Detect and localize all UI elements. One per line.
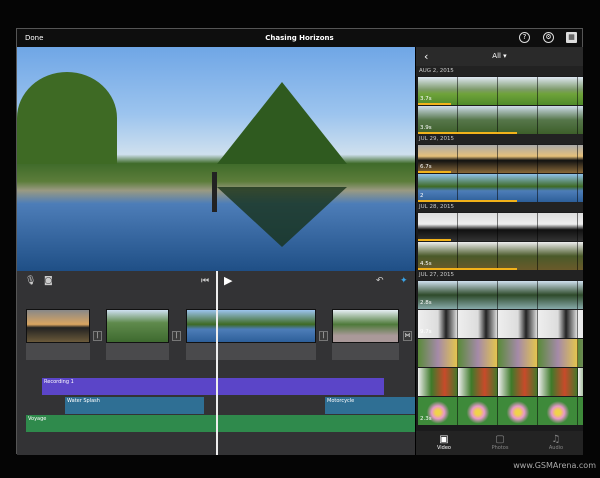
timeline-clip[interactable] (186, 309, 316, 361)
used-indicator (418, 239, 451, 241)
clip-duration: 4.5s (420, 261, 432, 267)
timeline-clip[interactable] (26, 309, 90, 361)
video-viewer[interactable] (17, 47, 415, 271)
timeline[interactable]: 🎙 ◙ ⏮ ▶ ↶ ✦ | | | ⋈ Recording 1 Water Sp… (17, 271, 415, 455)
watermark: www.GSMArena.com (513, 461, 596, 470)
audio-track-water-splash[interactable]: Water Splash (65, 397, 204, 414)
filter-dropdown[interactable]: All ▾ (416, 52, 583, 60)
photos-icon: ▢ (495, 434, 505, 445)
media-clip[interactable] (418, 339, 583, 367)
media-clip[interactable]: 6.7s (418, 145, 583, 173)
date-header: JUL 27, 2015 (416, 270, 583, 280)
clip-duration: 6.7s (420, 164, 432, 170)
media-clip[interactable]: 3.7s (418, 77, 583, 105)
used-indicator (418, 103, 451, 105)
play-button[interactable]: ▶ (224, 274, 232, 287)
audio-waveform-icon[interactable]: ✦ (400, 276, 408, 286)
transition-icon[interactable]: ⋈ (403, 331, 412, 341)
clip-duration: 3.7s (420, 96, 432, 102)
timeline-clip[interactable] (332, 309, 399, 361)
media-clip[interactable]: 9.7s (418, 310, 583, 338)
media-browser-icon[interactable]: ▦ (566, 32, 577, 43)
microphone-icon[interactable]: 🎙 (25, 276, 36, 286)
help-icon[interactable]: ? (519, 32, 530, 43)
tab-video[interactable]: ▣ Video (424, 434, 464, 451)
clip-duration: 2.8s (420, 300, 432, 306)
used-indicator (418, 171, 451, 173)
audio-track-voyage[interactable]: Voyage (26, 415, 415, 432)
media-clip[interactable] (418, 213, 583, 241)
date-header: JUL 29, 2015 (416, 134, 583, 144)
audio-icon: ♫ (551, 434, 561, 445)
video-icon: ▣ (439, 434, 449, 445)
transition-icon[interactable]: | (319, 331, 328, 341)
used-indicator (418, 268, 517, 270)
media-clip[interactable]: 2.8s (418, 281, 583, 309)
media-clip[interactable]: 3.9s (418, 106, 583, 134)
mountain-left (17, 72, 117, 164)
project-title: Chasing Horizons (265, 34, 334, 42)
tab-photos[interactable]: ▢ Photos (480, 434, 520, 451)
skip-back-icon[interactable]: ⏮ (201, 276, 209, 286)
playhead[interactable] (216, 271, 218, 455)
timeline-clip[interactable] (106, 309, 169, 361)
clip-duration: 9.7s (420, 329, 432, 335)
media-browser: ‹ All ▾ AUG 2, 2015 3.7s 3.9s JUL 29, 2015 6… (415, 47, 583, 455)
transition-icon[interactable]: | (93, 331, 102, 341)
used-indicator (418, 200, 517, 202)
clip-duration: 2.3s (420, 416, 432, 422)
used-indicator (418, 132, 517, 134)
date-header: AUG 2, 2015 (416, 66, 583, 76)
transition-icon[interactable]: | (172, 331, 181, 341)
clip-duration: 2 (420, 193, 424, 199)
date-header: JUL 28, 2015 (416, 202, 583, 212)
audio-track-recording[interactable]: Recording 1 (42, 378, 384, 395)
browser-header: ‹ All ▾ (416, 47, 583, 66)
mountain-reflection (217, 187, 347, 247)
mountain-center (217, 82, 347, 164)
undo-icon[interactable]: ↶ (376, 276, 384, 286)
camera-icon[interactable]: ◙ (44, 276, 53, 286)
clip-duration: 3.9s (420, 125, 432, 131)
media-clip[interactable]: 2.3s (418, 397, 583, 425)
browser-tab-bar: ▣ Video ▢ Photos ♫ Audio (416, 431, 583, 455)
person-figure (212, 172, 217, 212)
media-clip[interactable]: 2 (418, 174, 583, 202)
media-clip[interactable] (418, 368, 583, 396)
tab-audio[interactable]: ♫ Audio (536, 434, 576, 451)
audio-track-motorcycle[interactable]: Motorcycle (325, 397, 415, 414)
settings-icon[interactable]: ⚙ (543, 32, 554, 43)
media-clip[interactable]: 4.5s (418, 242, 583, 270)
app-screen: Done Chasing Horizons ? ⚙ ▦ 🎙 ◙ ⏮ ▶ ↶ ✦ … (16, 28, 583, 455)
top-bar: Done Chasing Horizons ? ⚙ ▦ (17, 29, 582, 47)
